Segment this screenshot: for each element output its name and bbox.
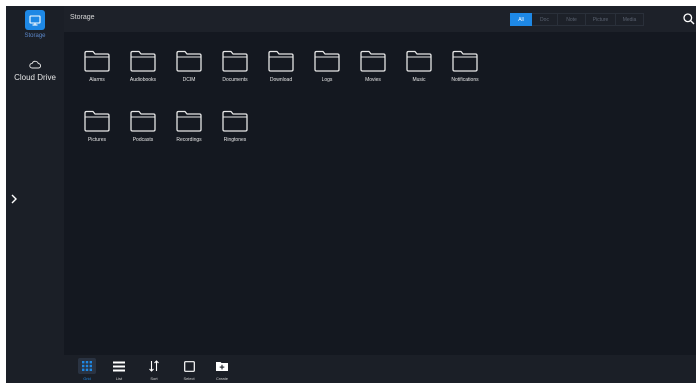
folder-icon [130,50,156,72]
monitor-icon [25,10,45,30]
sidebar-item-label: Storage [24,33,46,39]
folder-name: Recordings [176,137,202,143]
folder-icon [360,50,386,72]
folder-name: Download [269,77,293,83]
sidebar-item-storage[interactable]: Storage [6,10,64,39]
folder-name: DCIM [182,77,196,83]
folder-item[interactable]: Logs [304,50,350,83]
toolbar-label: Sort [150,376,158,381]
folder-name: Notifications [451,77,479,83]
folder-icon [176,50,202,72]
folder-item[interactable]: Music [396,50,442,83]
folder-name: Logs [321,77,333,83]
file-manager-window: Storage Cloud Drive Storage All Doc Note… [6,6,696,383]
create-folder-icon [216,362,228,371]
sidebar-item-cloud-drive[interactable]: Cloud Drive [6,60,64,82]
toolbar-label: Grid [83,376,91,381]
folder-icon [268,50,294,72]
folder-item[interactable]: Download [258,50,304,83]
sidebar-expand-button[interactable] [8,192,20,206]
folder-item[interactable]: DCIM [166,50,212,83]
folder-icon [452,50,478,72]
folder-icon [130,110,156,132]
list-view-button[interactable]: List [108,358,130,381]
folder-icon [222,110,248,132]
toolbar-label: Select [183,376,195,381]
folder-name: Movies [365,77,381,83]
grid-icon [82,361,92,371]
sidebar: Storage Cloud Drive [6,6,64,383]
tab-media[interactable]: Media [616,13,644,26]
folder-item[interactable]: Alarms [74,50,120,83]
folder-item[interactable]: Documents [212,50,258,83]
select-button[interactable]: Select [178,358,200,381]
sort-button[interactable]: Sort [143,358,165,381]
toolbar-label: List [115,376,123,381]
create-folder-button[interactable]: Create [211,358,233,381]
list-icon [113,361,125,371]
folder-name: Pictures [87,137,107,143]
sort-icon [149,360,159,372]
folder-icon [176,110,202,132]
grid-view-button[interactable]: Grid [76,358,98,381]
header-bar: Storage All Doc Note Picture Media [64,6,696,32]
folder-item[interactable]: Ringtones [212,110,258,143]
folder-icon [222,50,248,72]
folder-icon [406,50,432,72]
search-icon [683,13,695,25]
tab-picture[interactable]: Picture [586,13,616,26]
filter-tabs: All Doc Note Picture Media [510,13,644,26]
page-title: Storage [70,14,95,21]
folder-name: Music [412,77,426,83]
bottom-toolbar: Grid List Sort Select Create [64,355,696,383]
folder-name: Ringtones [223,137,247,143]
select-icon [183,360,195,372]
folder-icon [84,110,110,132]
search-button[interactable] [682,12,696,26]
chevron-right-icon [11,194,17,204]
folder-icon [84,50,110,72]
tab-doc[interactable]: Doc [532,13,558,26]
tab-all[interactable]: All [510,13,532,26]
folder-name: Documents [222,77,248,83]
folder-name: Audiobooks [129,77,157,83]
cloud-icon [29,60,41,69]
tab-note[interactable]: Note [558,13,586,26]
folder-item[interactable]: Movies [350,50,396,83]
folder-item[interactable]: Audiobooks [120,50,166,83]
folder-item[interactable]: Pictures [74,110,120,143]
folder-item[interactable]: Recordings [166,110,212,143]
folder-item[interactable]: Notifications [442,50,488,83]
folder-icon [314,50,340,72]
folder-name: Alarms [89,77,105,83]
folder-item[interactable]: Podcasts [120,110,166,143]
folder-name: Podcasts [132,137,154,143]
toolbar-label: Create [215,376,228,381]
sidebar-item-label: Cloud Drive [14,73,56,82]
